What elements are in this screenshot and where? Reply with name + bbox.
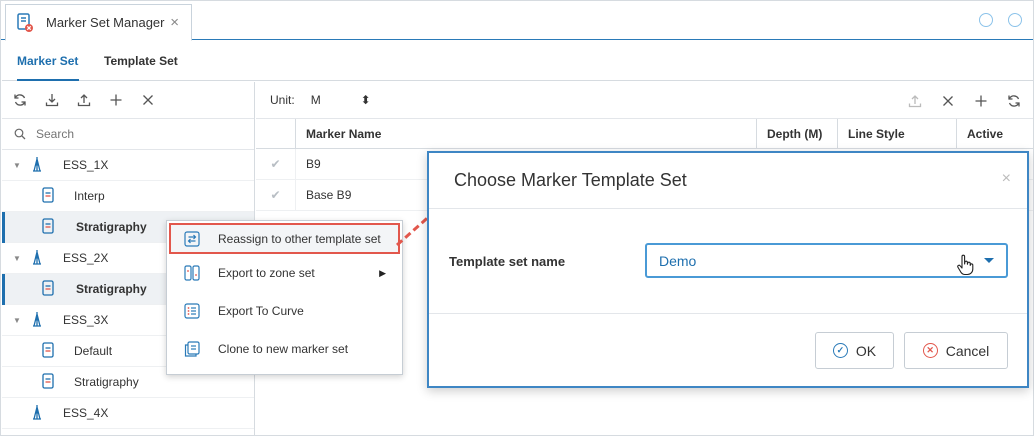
menu-item-label: Reassign to other template set <box>218 231 381 246</box>
zone-set-icon <box>183 264 201 282</box>
dialog-close-icon[interactable]: × <box>1002 170 1011 188</box>
choose-template-dialog: Choose Marker Template Set × Template se… <box>427 151 1029 388</box>
well-icon <box>31 311 45 330</box>
tree-item-label: Default <box>74 344 113 358</box>
tree-item-well[interactable]: ESS_4X <box>2 398 254 429</box>
header-depth[interactable]: Depth (M) <box>757 119 838 149</box>
tree-item-label: ESS_1X <box>63 158 109 172</box>
row-check-icon[interactable]: ✔ <box>256 148 296 180</box>
marker-set-icon <box>42 341 56 361</box>
restore-icon[interactable] <box>979 13 993 27</box>
header-active[interactable]: Active <box>957 119 1033 149</box>
reassign-icon <box>183 230 201 248</box>
maximize-icon[interactable] <box>1008 13 1022 27</box>
cancel-button[interactable]: ✕ Cancel <box>904 332 1008 369</box>
dropdown-caret-icon <box>984 258 994 263</box>
well-icon <box>31 156 45 175</box>
grid-toolbar-icons <box>907 93 1021 108</box>
expand-caret-icon[interactable]: ▼ <box>13 316 25 325</box>
tree-item-marker-set[interactable]: Interp <box>2 181 254 212</box>
tree-item-label: ESS_3X <box>63 313 109 327</box>
search-box[interactable] <box>2 119 254 150</box>
tree-toolbar <box>2 82 254 119</box>
menu-item-clone[interactable]: Clone to new marker set <box>167 330 402 368</box>
document-tab[interactable]: Marker Set Manager × <box>5 4 192 41</box>
search-icon <box>14 128 26 140</box>
tree-item-well[interactable]: ▼ ESS_1X <box>2 150 254 181</box>
document-tab-title: Marker Set Manager <box>46 15 165 30</box>
add-icon[interactable] <box>973 93 988 108</box>
tab-marker-set[interactable]: Marker Set <box>17 41 79 81</box>
delete-icon[interactable] <box>140 93 155 108</box>
row-check-icon[interactable]: ✔ <box>256 179 296 211</box>
menu-item-label: Clone to new marker set <box>218 342 349 356</box>
marker-set-manager-window: Marker Set Manager × Marker Set Template… <box>0 0 1034 436</box>
sub-tab-bar: Marker Set Template Set <box>2 41 1033 81</box>
cancel-button-label: Cancel <box>945 342 990 359</box>
export-icon[interactable] <box>76 93 91 108</box>
marker-set-icon <box>42 186 56 206</box>
refresh-icon[interactable] <box>12 93 27 108</box>
delete-icon[interactable] <box>940 93 955 108</box>
menu-item-reassign[interactable]: Reassign to other template set <box>169 223 400 254</box>
cancel-circle-icon: ✕ <box>922 343 938 358</box>
well-icon <box>31 249 45 268</box>
dialog-divider <box>429 208 1027 209</box>
template-set-value: Demo <box>659 252 697 269</box>
marker-set-icon <box>42 279 56 299</box>
add-icon[interactable] <box>108 93 123 108</box>
tree-item-label: ESS_4X <box>63 406 109 420</box>
marker-set-icon <box>42 217 56 237</box>
tree-item-label: Stratigraphy <box>74 375 139 389</box>
hand-cursor-icon <box>956 254 974 276</box>
menu-item-export-curve[interactable]: Export To Curve <box>167 292 402 330</box>
grid-toolbar: Unit: M ⬍ <box>256 82 1033 119</box>
dialog-divider <box>429 313 1027 314</box>
tree-item-label: Stratigraphy <box>76 220 147 234</box>
menu-item-export-zone-set[interactable]: Export to zone set ▶ <box>167 254 402 292</box>
well-icon <box>31 404 45 423</box>
close-tab-icon[interactable]: × <box>170 14 179 31</box>
unit-caret-icon: ⬍ <box>360 93 371 107</box>
marker-name-cell: B9 <box>306 157 321 171</box>
header-check-column <box>256 119 296 149</box>
tree-item-label: ESS_2X <box>63 251 109 265</box>
menu-item-label: Export To Curve <box>218 304 304 318</box>
header-marker-name[interactable]: Marker Name <box>296 119 757 149</box>
document-tab-strip: Marker Set Manager × <box>1 1 1033 41</box>
grid-header: Marker Name Depth (M) Line Style Active <box>256 119 1033 149</box>
dialog-title: Choose Marker Template Set <box>454 170 687 190</box>
submenu-arrow-icon: ▶ <box>379 267 386 278</box>
export-icon[interactable] <box>907 93 922 108</box>
ok-button[interactable]: ✓ OK <box>815 332 894 369</box>
tree-item-label: Interp <box>74 189 105 203</box>
expand-caret-icon[interactable]: ▼ <box>13 161 25 170</box>
unit-label: Unit: <box>270 93 295 107</box>
template-set-name-label: Template set name <box>449 254 566 269</box>
unit-select[interactable]: M ⬍ <box>311 93 371 107</box>
marker-name-cell: Base B9 <box>306 188 352 202</box>
refresh-icon[interactable] <box>1006 93 1021 108</box>
marker-set-icon <box>42 372 56 392</box>
context-menu: Reassign to other template set Export to… <box>166 220 403 375</box>
ok-button-label: OK <box>855 342 877 359</box>
menu-item-label: Export to zone set <box>218 266 315 280</box>
clone-icon <box>183 340 201 358</box>
check-circle-icon: ✓ <box>832 343 848 358</box>
tree-item-label: Stratigraphy <box>76 282 147 296</box>
unit-value: M <box>310 93 321 107</box>
marker-set-doc-icon <box>16 12 34 33</box>
curve-list-icon <box>183 302 201 320</box>
tab-template-set[interactable]: Template Set <box>104 41 178 81</box>
search-input[interactable] <box>36 127 236 141</box>
template-set-select[interactable]: Demo <box>645 243 1008 278</box>
expand-caret-icon[interactable]: ▼ <box>13 254 25 263</box>
import-icon[interactable] <box>44 93 59 108</box>
header-line-style[interactable]: Line Style <box>838 119 957 149</box>
